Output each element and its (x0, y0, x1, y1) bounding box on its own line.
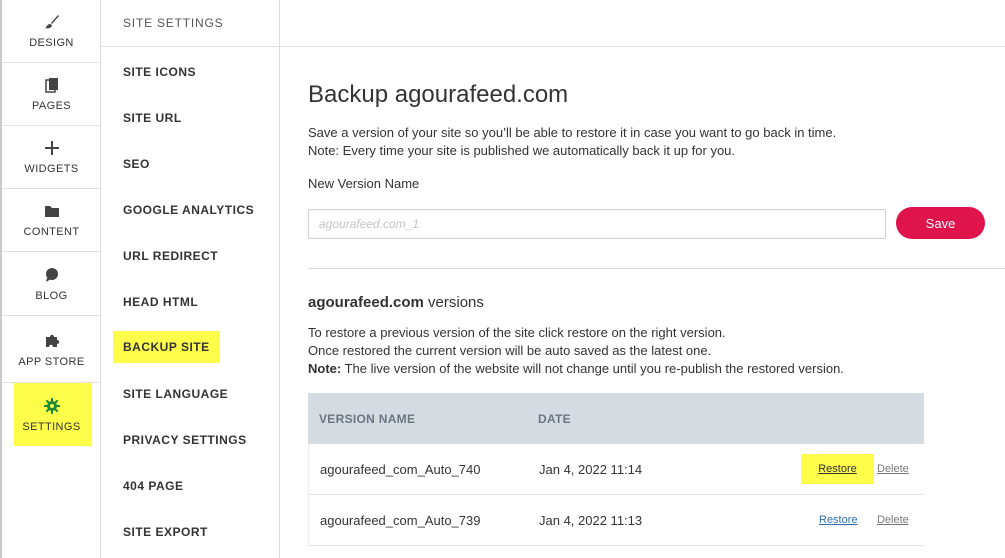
rail-item-design[interactable]: DESIGN (2, 0, 101, 63)
rail-item-blog[interactable]: BLOG (2, 252, 101, 316)
versions-suffix: versions (423, 294, 484, 311)
column-header-version-name: VERSION NAME (319, 411, 416, 426)
version-date-cell: Jan 4, 2022 11:14 (539, 461, 643, 477)
versions-site-name: agourafeed.com (308, 294, 424, 311)
menu-item-seo[interactable]: SEO (123, 156, 150, 172)
table-header: VERSION NAME DATE (308, 393, 924, 444)
restore-link[interactable]: Restore (819, 514, 858, 526)
rail-item-label: WIDGETS (24, 163, 79, 175)
column-header-date: DATE (538, 411, 571, 426)
highlight (14, 383, 92, 446)
rail-item-label: SETTINGS (22, 420, 81, 433)
rail-item-pages[interactable]: PAGES (2, 63, 101, 126)
left-rail: DESIGN PAGES WIDGETS CONTENT BLOG APP ST… (0, 0, 101, 558)
settings-menu-heading: SITE SETTINGS (101, 0, 1005, 47)
menu-item-head-html[interactable]: HEAD HTML (123, 294, 198, 310)
info-note-label: Note: (308, 361, 342, 376)
menu-item-google-analytics[interactable]: GOOGLE ANALYTICS (123, 202, 254, 218)
table-row: agourafeed_com_Auto_740 Jan 4, 2022 11:1… (308, 444, 924, 495)
delete-link[interactable]: Delete (877, 463, 909, 475)
backup-description: Save a version of your site so you’ll be… (308, 124, 836, 160)
menu-item-site-export[interactable]: SITE EXPORT (123, 524, 208, 540)
version-name-cell: agourafeed_com_Auto_740 (320, 461, 481, 477)
rail-item-label: BLOG (35, 289, 68, 302)
rail-item-label: DESIGN (29, 37, 74, 49)
menu-item-url-redirect[interactable]: URL REDIRECT (123, 248, 218, 264)
table-row: agourafeed_com_Auto_739 Jan 4, 2022 11:1… (308, 495, 924, 546)
description-line: Save a version of your site so you’ll be… (308, 125, 837, 140)
rail-item-app-store[interactable]: APP STORE (2, 317, 101, 383)
puzzle-icon (43, 332, 61, 350)
new-version-name-input[interactable] (308, 209, 886, 239)
info-note-text: The live version of the website will not… (341, 361, 844, 376)
description-line: Note: Every time your site is published … (308, 143, 736, 158)
version-name-cell: agourafeed_com_Auto_739 (320, 512, 481, 528)
save-button[interactable]: Save (896, 207, 985, 239)
divider (308, 268, 1005, 269)
restore-info: To restore a previous version of the sit… (308, 324, 844, 378)
menu-item-backup-site[interactable]: BACKUP SITE (113, 331, 220, 363)
versions-heading: agourafeed.com versions (308, 294, 484, 311)
pages-icon (43, 76, 61, 94)
gear-icon (43, 397, 61, 415)
info-line: Once restored the current version will b… (308, 343, 712, 358)
settings-menu: SITE SETTINGS SITE ICONS SITE URL SEO GO… (101, 0, 1005, 558)
menu-item-privacy-settings[interactable]: PRIVACY SETTINGS (123, 432, 247, 448)
version-date-cell: Jan 4, 2022 11:13 (539, 512, 643, 528)
menu-item-site-language[interactable]: SITE LANGUAGE (123, 386, 228, 402)
app-window: DESIGN PAGES WIDGETS CONTENT BLOG APP ST… (0, 0, 1005, 558)
rail-item-label: PAGES (31, 100, 72, 112)
delete-link[interactable]: Delete (877, 514, 909, 526)
rail-item-label: APP STORE (18, 355, 85, 368)
backup-panel: Backup agourafeed.com Save a version of … (281, 48, 1005, 558)
brush-icon (43, 13, 61, 31)
plus-icon (43, 139, 61, 157)
info-note: Note: The live version of the website wi… (308, 360, 844, 378)
menu-item-site-url[interactable]: SITE URL (123, 110, 182, 126)
rail-item-label: CONTENT (23, 226, 80, 238)
restore-link[interactable]: Restore (801, 454, 874, 484)
rail-item-widgets[interactable]: WIDGETS (2, 126, 101, 189)
rail-item-content[interactable]: CONTENT (2, 189, 101, 252)
versions-table: VERSION NAME DATE agourafeed_com_Auto_74… (308, 393, 924, 546)
menu-item-site-icons[interactable]: SITE ICONS (123, 64, 196, 80)
chat-bubble-icon (43, 266, 61, 284)
folder-icon (43, 202, 61, 220)
page-title: Backup agourafeed.com (308, 81, 569, 108)
info-line: To restore a previous version of the sit… (308, 325, 726, 340)
new-version-label: New Version Name (308, 176, 420, 191)
rail-item-settings[interactable]: SETTINGS (2, 383, 101, 446)
menu-item-404-page[interactable]: 404 PAGE (123, 478, 183, 494)
